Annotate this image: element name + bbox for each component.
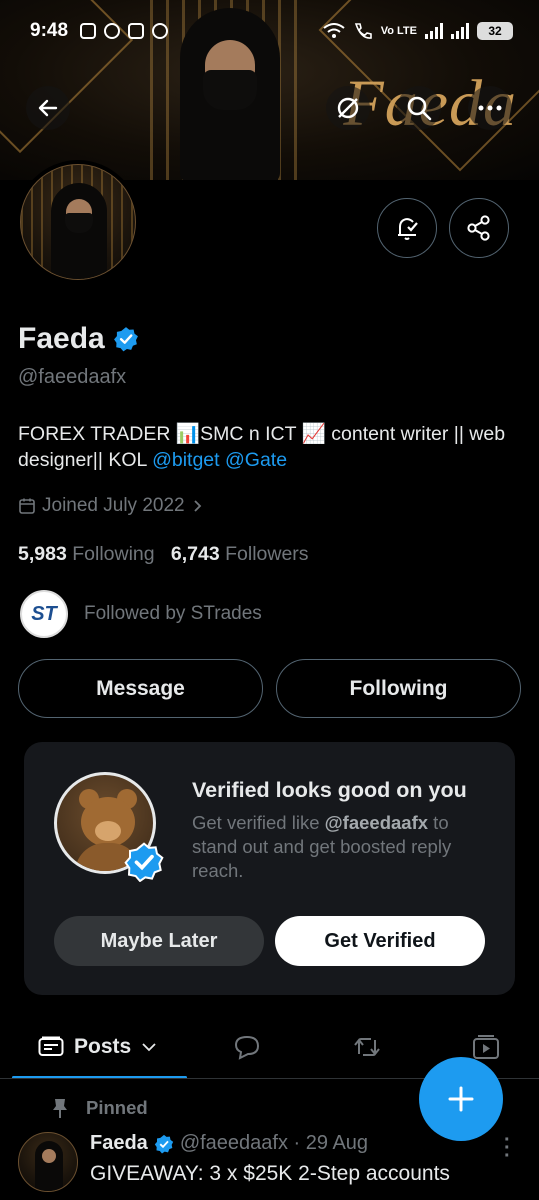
verified-badge-icon[interactable] <box>113 326 139 352</box>
pinned-label: Pinned <box>86 1097 148 1118</box>
signal-icon-2 <box>451 23 469 39</box>
post-author-name[interactable]: Faeda <box>90 1132 148 1155</box>
verified-badge-icon <box>124 842 164 882</box>
get-verified-button[interactable]: Get Verified <box>275 916 485 966</box>
tab-posts[interactable]: Posts <box>38 1018 157 1076</box>
pin-icon <box>53 1099 67 1118</box>
profile-name: Faeda <box>18 322 139 356</box>
followers-label: Followers <box>225 543 309 565</box>
verified-promo-card: Verified looks good on you Get verified … <box>24 742 515 995</box>
mention-gate[interactable]: @Gate <box>225 449 287 471</box>
system-indicators: Vo LTE 32 <box>323 22 513 40</box>
card-desc-prefix: Get verified like <box>192 812 325 833</box>
message-button[interactable]: Message <box>18 659 263 718</box>
maybe-later-button[interactable]: Maybe Later <box>54 916 264 966</box>
video-icon <box>473 1035 499 1059</box>
notification-icons <box>80 23 169 39</box>
follow-stats: 5,983 Following 6,743 Followers <box>18 543 309 566</box>
share-icon <box>467 215 490 241</box>
mention-bitget[interactable]: @bitget <box>152 449 220 471</box>
joined-text: Joined July 2022 <box>42 495 185 516</box>
post-text[interactable]: GIVEAWAY: 3 x $25K 2-Step accounts <box>90 1162 450 1186</box>
battery-icon: 32 <box>477 22 513 40</box>
back-arrow-icon <box>38 99 58 117</box>
post-header: Faeda @faeedaafx · 29 Aug <box>90 1132 368 1155</box>
reply-icon <box>234 1035 260 1060</box>
calendar-icon <box>19 498 35 514</box>
tab-replies[interactable] <box>233 1018 261 1076</box>
card-description: Get verified like @faeedaafx to stand ou… <box>192 811 492 883</box>
grok-icon <box>337 97 359 119</box>
grok-button[interactable] <box>326 86 370 130</box>
compose-button[interactable] <box>419 1057 503 1141</box>
tab-reposts[interactable] <box>352 1018 382 1076</box>
profile-bio: FOREX TRADER 📊SMC n ICT 📈 content writer… <box>18 421 518 473</box>
post-author-avatar[interactable] <box>18 1132 78 1192</box>
chevron-right-icon <box>193 500 201 512</box>
chevron-down-icon <box>142 1043 156 1052</box>
followed-by-text: Followed by STrades <box>84 603 262 624</box>
following-label: Following <box>72 543 155 565</box>
joined-date[interactable]: Joined July 2022 <box>18 495 205 517</box>
search-icon <box>407 96 432 121</box>
tab-posts-label: Posts <box>74 1035 132 1058</box>
app-icon <box>128 23 145 39</box>
banner-veil <box>203 70 257 110</box>
verified-badge-icon <box>154 1134 173 1153</box>
card-title: Verified looks good on you <box>192 778 467 802</box>
pinned-indicator: Pinned <box>50 1097 148 1119</box>
followers-link[interactable]: 6,743 Followers <box>171 543 309 565</box>
search-button[interactable] <box>397 86 441 130</box>
wifi-call-icon <box>354 23 372 39</box>
following-link[interactable]: 5,983 Following <box>18 543 155 565</box>
plus-icon <box>448 1086 474 1112</box>
facebook-icon <box>104 23 121 39</box>
profile-avatar[interactable] <box>16 160 140 284</box>
status-time: 9:48 <box>30 20 69 41</box>
profile-handle: @faeedaafx <box>18 366 127 388</box>
repost-icon <box>354 1038 380 1056</box>
following-count: 5,983 <box>18 543 67 565</box>
share-button[interactable] <box>449 198 509 258</box>
followers-count: 6,743 <box>170 543 220 565</box>
bell-check-icon <box>398 218 418 240</box>
wifi-icon <box>323 23 345 38</box>
viber-icon <box>152 23 169 39</box>
profile-name-text: Faeda <box>18 322 105 355</box>
following-button[interactable]: Following <box>276 659 521 718</box>
back-button[interactable] <box>26 86 70 130</box>
followed-by[interactable]: ST Followed by STrades <box>20 590 262 638</box>
instagram-icon <box>80 23 97 39</box>
more-options-button[interactable] <box>468 86 512 130</box>
network-label: Vo LTE <box>380 25 417 37</box>
posts-icon <box>38 1036 64 1056</box>
post-more-icon[interactable]: · · · <box>504 1130 511 1166</box>
more-icon <box>478 105 502 111</box>
strades-avatar: ST <box>20 590 68 638</box>
status-bar: 9:48 Vo LTE 32 <box>0 0 539 62</box>
signal-icon-1 <box>425 23 443 39</box>
post-handle-date: @faeedaafx · 29 Aug <box>179 1132 369 1154</box>
card-desc-handle: @faeedaafx <box>324 812 429 833</box>
notifications-button[interactable] <box>377 198 437 258</box>
